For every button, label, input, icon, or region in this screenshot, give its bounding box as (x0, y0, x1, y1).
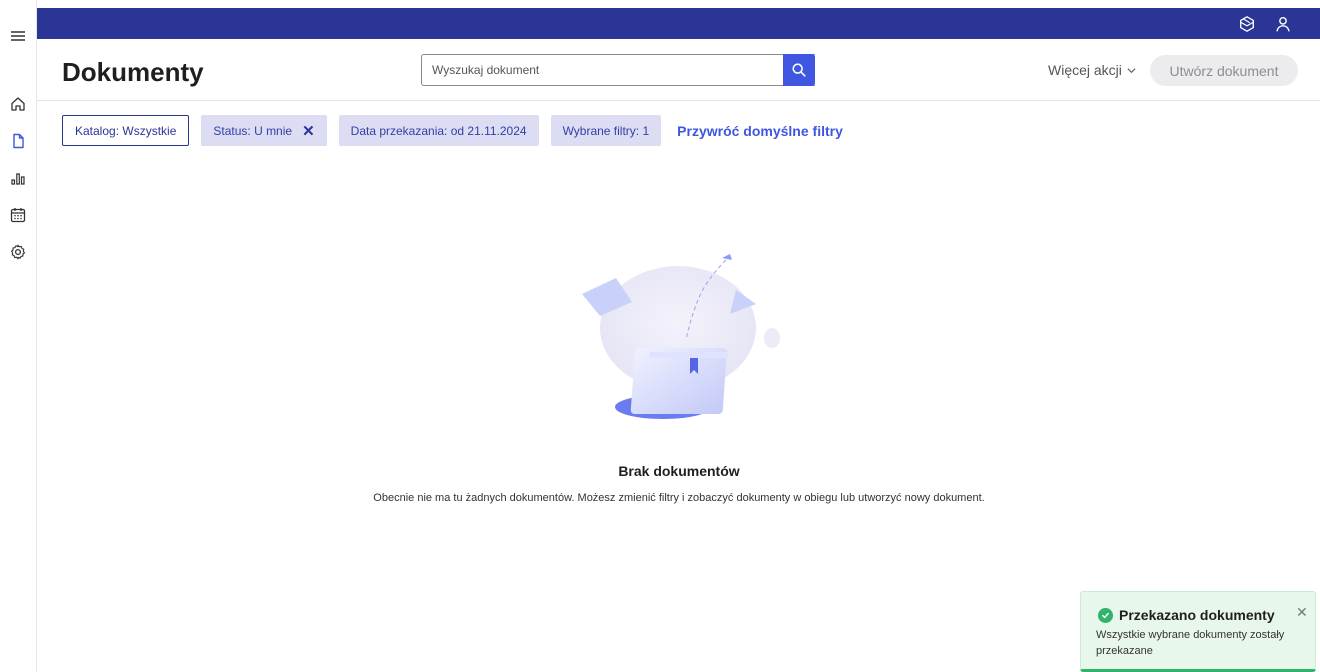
search-input[interactable] (421, 54, 815, 86)
sidebar (0, 0, 37, 672)
menu-icon[interactable] (6, 24, 30, 48)
empty-state-description: Obecnie nie ma tu żadnych dokumentów. Mo… (373, 492, 985, 504)
document-icon[interactable] (6, 129, 30, 153)
reset-filters-link[interactable]: Przywróć domyślne filtry (677, 123, 843, 139)
more-actions-label: Więcej akcji (1048, 62, 1122, 78)
search-button[interactable] (783, 54, 815, 86)
settings-icon[interactable] (6, 240, 30, 264)
page-header: Dokumenty Więcej akcji Utwórz dokument (37, 39, 1320, 101)
chart-icon[interactable] (6, 166, 30, 190)
status-filter-chip[interactable]: Status: U mnie ✕ (201, 115, 327, 146)
search-icon (792, 63, 806, 77)
catalog-filter-chip[interactable]: Katalog: Wszystkie (62, 115, 190, 146)
assistant-icon[interactable] (1237, 14, 1257, 34)
filter-bar: Katalog: Wszystkie Status: U mnie ✕ Data… (62, 115, 843, 146)
chevron-down-icon (1127, 67, 1136, 73)
user-icon[interactable] (1273, 14, 1293, 34)
selected-filters-chip[interactable]: Wybrane filtry: 1 (550, 115, 662, 146)
close-icon[interactable]: ✕ (1296, 604, 1308, 621)
close-icon[interactable]: ✕ (302, 122, 315, 140)
catalog-filter-label: Katalog: Wszystkie (75, 123, 177, 138)
create-document-button[interactable]: Utwórz dokument (1150, 55, 1298, 86)
date-filter-label: Data przekazania: od 21.11.2024 (350, 123, 527, 138)
success-toast: Przekazano dokumenty ✕ Wszystkie wybrane… (1080, 591, 1316, 672)
status-filter-label: Status: U mnie (213, 123, 293, 138)
page-title: Dokumenty (62, 57, 204, 87)
toast-title: Przekazano dokumenty (1119, 607, 1275, 623)
check-circle-icon (1098, 608, 1113, 623)
selected-filters-label: Wybrane filtry: 1 (562, 123, 650, 138)
date-filter-chip[interactable]: Data przekazania: od 21.11.2024 (338, 115, 539, 146)
calendar-icon[interactable] (6, 203, 30, 227)
toast-message: Wszystkie wybrane dokumenty zostały prze… (1096, 629, 1285, 657)
empty-state-title: Brak dokumentów (618, 463, 740, 479)
more-actions-dropdown[interactable]: Więcej akcji (1048, 62, 1137, 78)
top-bar (37, 8, 1320, 39)
home-icon[interactable] (6, 92, 30, 116)
empty-folder-illustration (582, 254, 780, 419)
